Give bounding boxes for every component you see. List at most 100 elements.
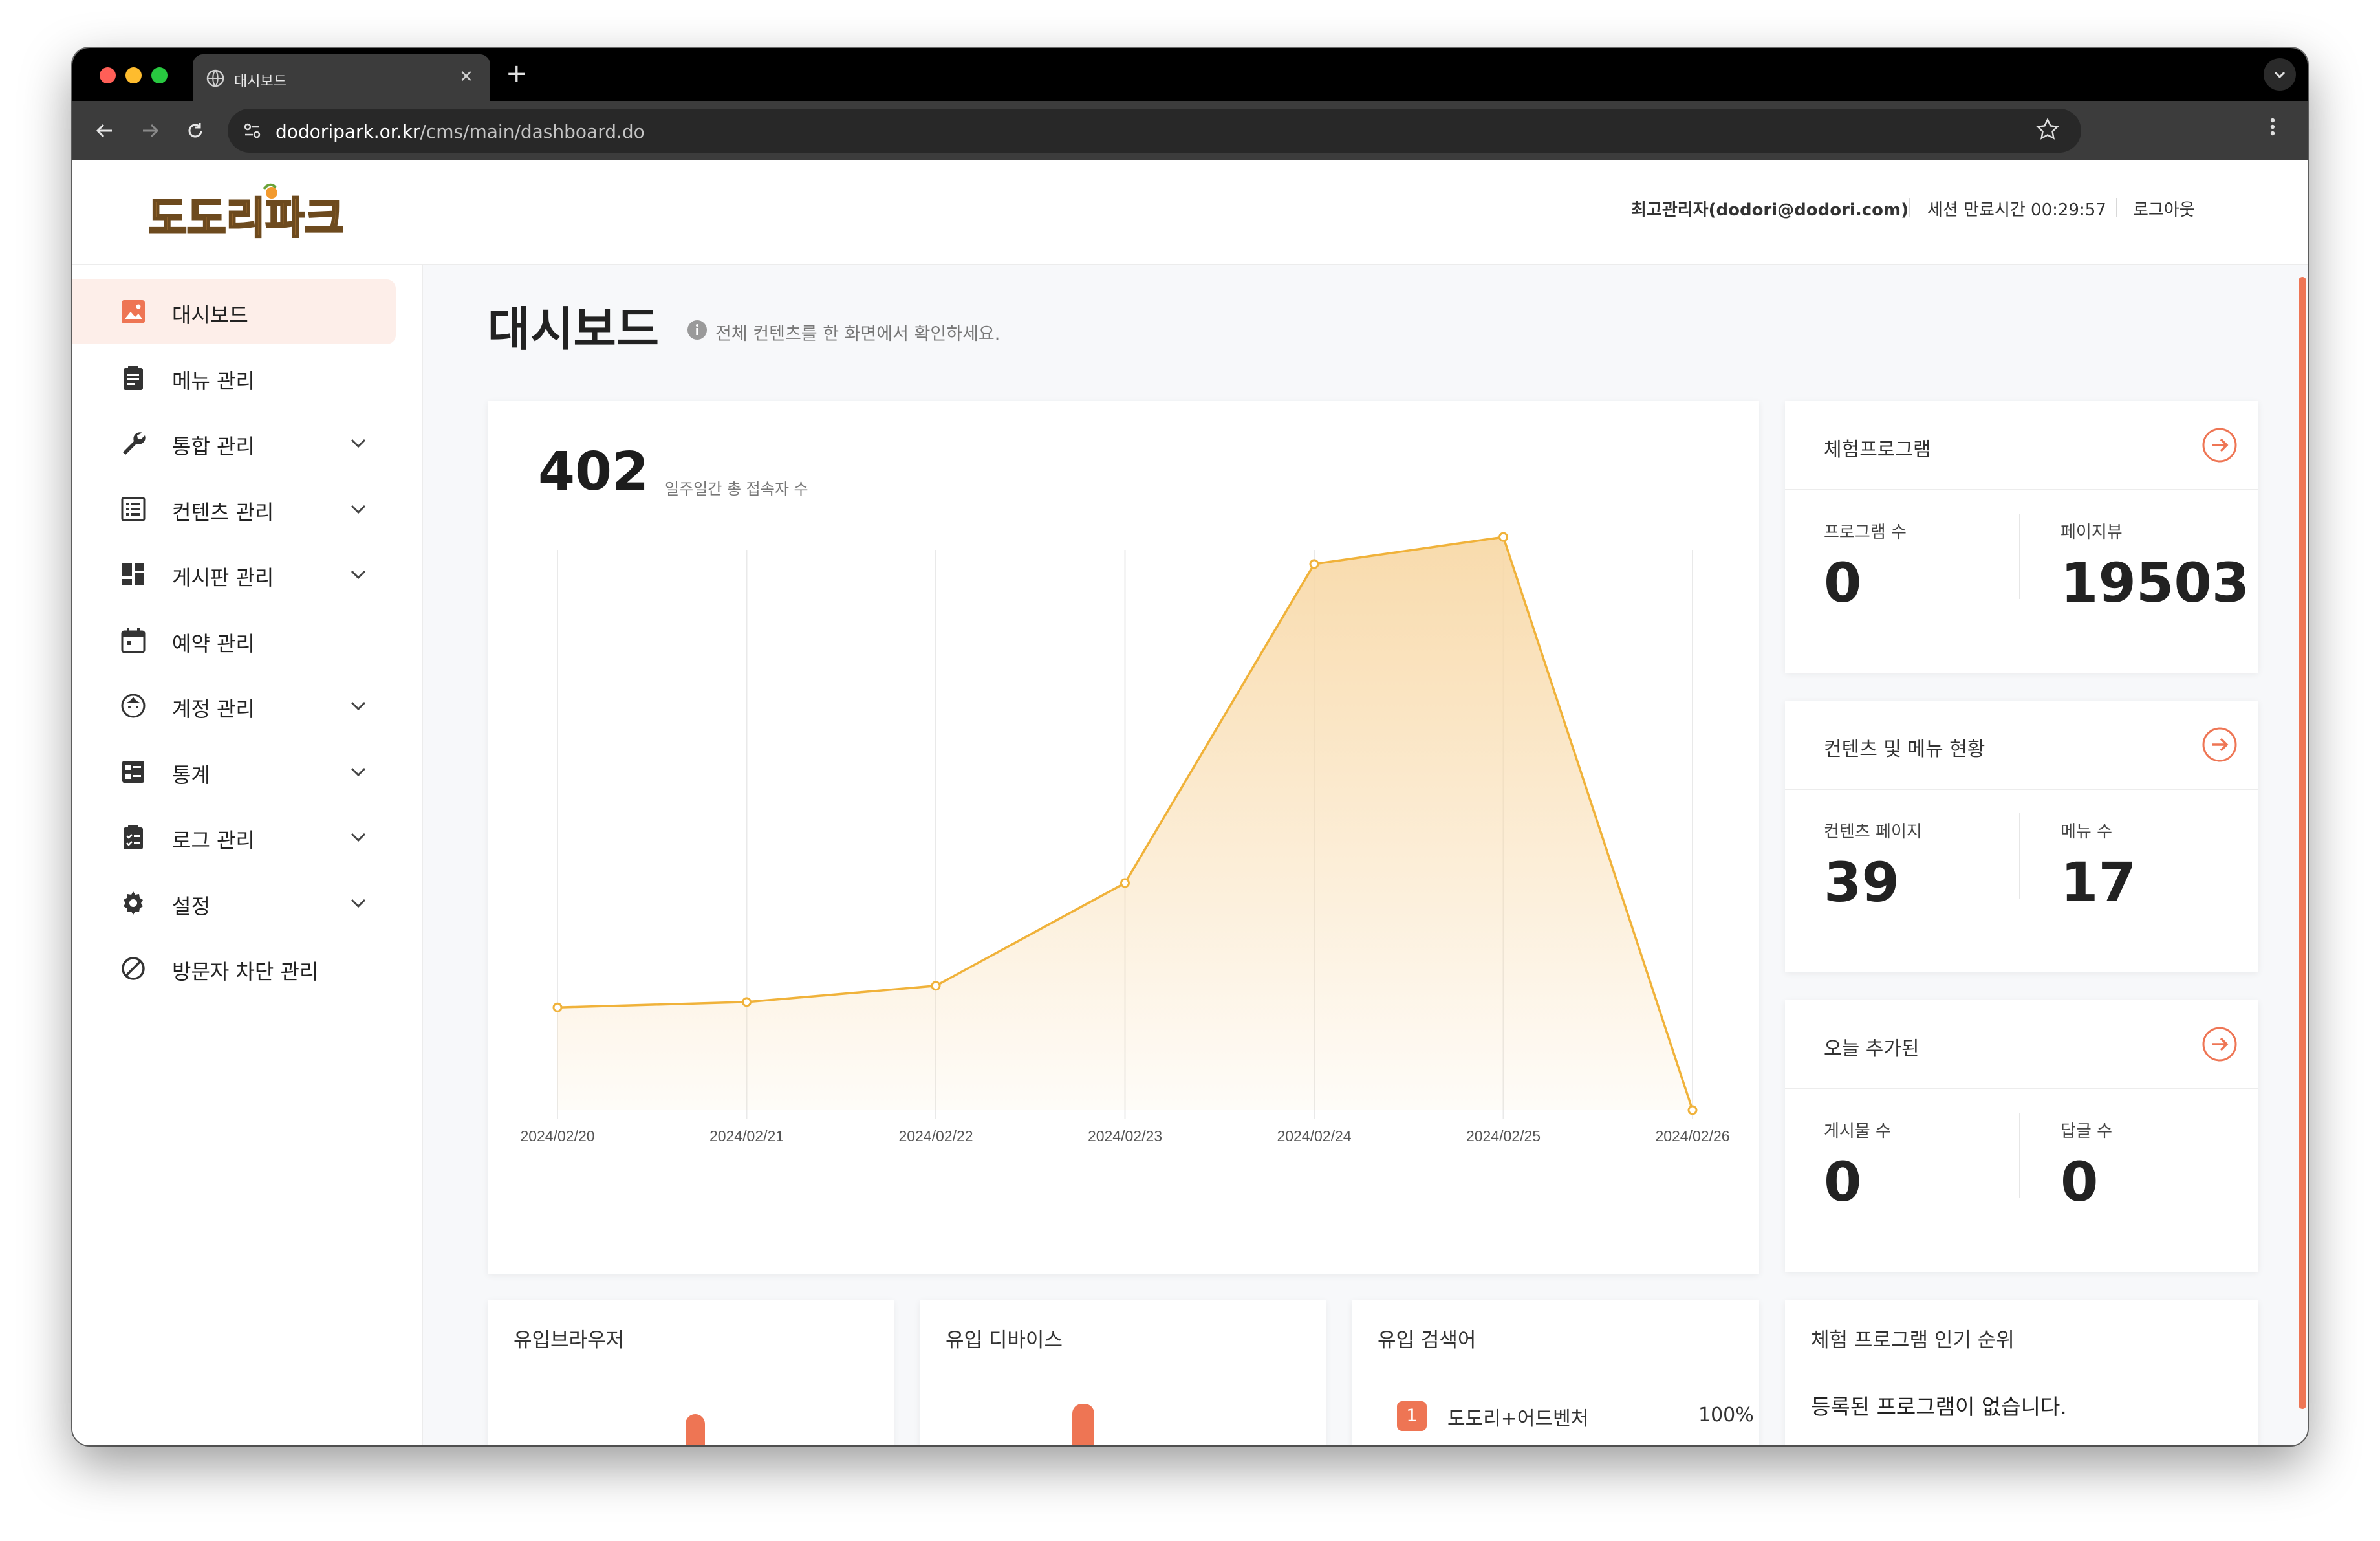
bookmark-star-icon[interactable] (2035, 116, 2061, 142)
sidebar-item-label: 방문자 차단 관리 (172, 959, 319, 984)
stat-card-today-added: 오늘 추가된 게시물 수 0 답글 수 0 (1785, 1000, 2258, 1272)
sidebar-item-menu[interactable]: 메뉴 관리 (72, 345, 396, 410)
sidebar-item-log[interactable]: 로그 관리 (72, 805, 396, 869)
stat-left-value: 0 (1824, 551, 1862, 615)
clipboard-check-icon (124, 825, 143, 849)
site-settings-icon[interactable] (242, 120, 263, 141)
wrench-icon (123, 432, 146, 455)
browser-card-title: 유입브라우저 (514, 1329, 625, 1352)
info-icon (687, 320, 707, 340)
chevron-down-icon (2274, 71, 2286, 79)
url-text: dodoripark.or.kr/cms/main/dashboard.do (276, 121, 645, 142)
forward-button[interactable] (135, 115, 166, 146)
maximize-window-button[interactable] (151, 67, 168, 83)
arrow-left-icon (96, 124, 112, 138)
chevron-down-icon (351, 505, 366, 514)
address-bar[interactable]: dodoripark.or.kr/cms/main/dashboard.do (228, 109, 2081, 153)
url-path: /cms/main/dashboard.do (420, 121, 645, 142)
sidebar-item-label: 통계 (172, 762, 210, 787)
chart-x-tick-label: 2024/02/25 (1466, 1128, 1541, 1144)
browser-card: 유입브라우저 (488, 1300, 894, 1445)
list-icon (121, 497, 146, 521)
close-window-button[interactable] (100, 67, 116, 83)
sidebar-item-dashboard[interactable]: 대시보드 (72, 279, 396, 344)
visitor-area-chart: 2024/02/20 2024/02/21 2024/02/22 2024/02/23… (520, 532, 1730, 1144)
chart-point[interactable] (742, 997, 752, 1007)
dodoripark-logo[interactable]: 도도리파크 (149, 182, 343, 245)
browser-tab[interactable]: 대시보드 ✕ (193, 54, 490, 101)
sidebar-item-label: 메뉴 관리 (172, 368, 255, 393)
back-button[interactable] (89, 115, 120, 146)
image-icon (122, 300, 145, 323)
chart-point[interactable] (552, 1002, 563, 1012)
url-host: dodoripark.or.kr (276, 121, 420, 142)
browser-window: 대시보드 ✕ + dodoripark.or.kr/cms/main/dashb… (72, 48, 2308, 1445)
sidebar-item-contents[interactable]: 컨텐츠 관리 (72, 477, 396, 541)
chevron-down-icon (351, 439, 366, 448)
sidebar-item-board[interactable]: 게시판 관리 (72, 542, 396, 607)
stat-card-title: 체험프로그램 (1824, 439, 1931, 461)
page-description: 전체 컨텐츠를 한 화면에서 확인하세요. (715, 324, 1001, 344)
minimize-window-button[interactable] (125, 67, 142, 83)
ranking-empty-message: 등록된 프로그램이 없습니다. (1811, 1394, 2067, 1419)
sidebar-item-label: 컨텐츠 관리 (172, 499, 274, 525)
keyword-card-title: 유입 검색어 (1378, 1329, 1477, 1352)
sidebar-item-settings[interactable]: 설정 (72, 871, 396, 935)
tab-search-button[interactable] (2264, 58, 2296, 91)
face-icon (121, 694, 146, 718)
logo-text: 도도리파크 (149, 193, 343, 243)
header-divider (2116, 198, 2117, 217)
arrow-right-icon (143, 124, 159, 138)
chart-x-tick-label: 2024/02/20 (520, 1128, 594, 1144)
sidebar-item-label: 계정 관리 (172, 697, 255, 721)
browser-menu-button[interactable] (2269, 114, 2277, 148)
arrow-circle-right-icon[interactable] (2202, 427, 2238, 463)
keyword-rank-badge: 1 (1397, 1401, 1427, 1431)
chart-point[interactable] (1120, 878, 1130, 888)
sidebar-item-visitor-block[interactable]: 방문자 차단 관리 (72, 936, 396, 1001)
gear-icon (124, 891, 143, 915)
reload-button[interactable] (180, 115, 211, 146)
sidebar-item-reservation[interactable]: 예약 관리 (72, 608, 396, 673)
page-scrollbar[interactable] (2299, 277, 2306, 1409)
keyword-card: 유입 검색어 1 도도리+어드벤처 100% (1352, 1300, 1759, 1445)
reload-icon (188, 123, 202, 138)
chart-x-tick-label: 2024/02/24 (1277, 1128, 1351, 1144)
chevron-down-icon (351, 701, 366, 711)
stat-right-value: 0 (2061, 1150, 2099, 1214)
stat-left-label: 게시물 수 (1824, 1122, 1891, 1141)
device-card-title: 유입 디바이스 (946, 1329, 1063, 1352)
stats-icon (122, 760, 144, 783)
stat-card-experience-program: 체험프로그램 프로그램 수 0 페이지뷰 19503 (1785, 401, 2258, 673)
keyword-name: 도도리+어드벤처 (1447, 1408, 1589, 1430)
more-vertical-icon (2270, 118, 2275, 136)
dashboard-grid-icon (122, 563, 144, 585)
browser-bar (686, 1414, 705, 1445)
sidebar-item-label: 설정 (172, 893, 210, 919)
sidebar-item-account[interactable]: 계정 관리 (72, 673, 396, 738)
arrow-circle-right-icon[interactable] (2202, 727, 2238, 763)
arrow-circle-right-icon[interactable] (2202, 1026, 2238, 1062)
tab-close-icon[interactable]: ✕ (459, 67, 473, 87)
chart-point[interactable] (931, 981, 941, 991)
browser-toolbar: dodoripark.or.kr/cms/main/dashboard.do (72, 101, 2308, 160)
stat-left-label: 프로그램 수 (1824, 523, 1907, 542)
web-page: 도도리파크 최고관리자(dodori@dodori.com) 세션 만료시간 0… (72, 160, 2308, 1445)
stat-divider (2019, 813, 2020, 899)
sidebar-item-stats[interactable]: 통계 (72, 739, 396, 804)
sidebar-item-label: 예약 관리 (172, 631, 255, 656)
chart-point[interactable] (1309, 559, 1319, 569)
stat-card-title: 오늘 추가된 (1824, 1038, 1920, 1060)
chart-x-tick-label: 2024/02/22 (898, 1128, 973, 1144)
chart-x-tick-label: 2024/02/23 (1088, 1128, 1162, 1144)
visitor-chart-card: 402 일주일간 총 접속자 수 2024/02/20 2024/02/21 202… (488, 401, 1759, 1274)
ranking-card-title: 체험 프로그램 인기 순위 (1811, 1329, 2015, 1352)
stat-card-header: 오늘 추가된 (1785, 1000, 2258, 1089)
chart-point[interactable] (1498, 532, 1508, 542)
new-tab-button[interactable]: + (506, 58, 528, 89)
sidebar-item-integration[interactable]: 통합 관리 (72, 411, 396, 475)
logout-link[interactable]: 로그아웃 (2133, 197, 2195, 221)
stat-divider (2019, 1113, 2020, 1198)
header-divider (1909, 198, 1910, 217)
chart-point[interactable] (1687, 1105, 1698, 1115)
